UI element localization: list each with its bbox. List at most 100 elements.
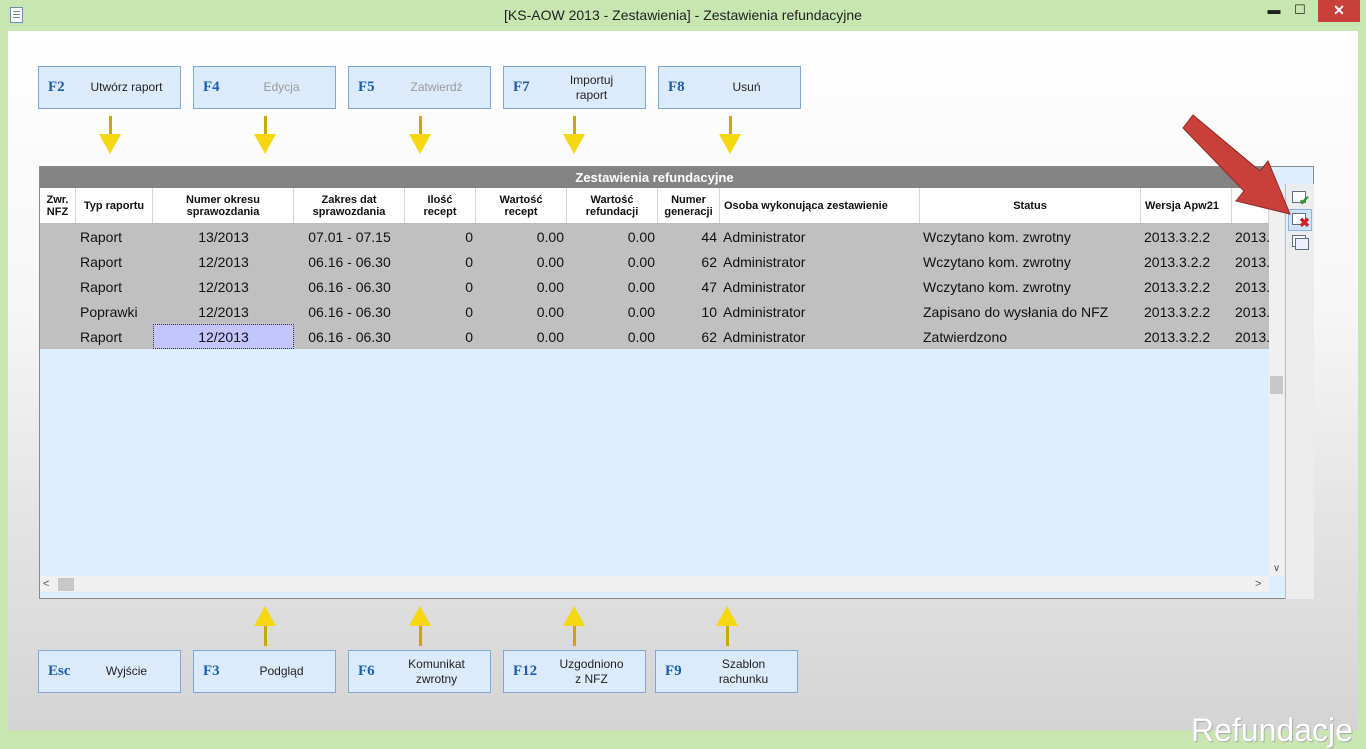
cell-extra[interactable]: 2013.: [1232, 274, 1269, 299]
accept-icon[interactable]: ✔: [1292, 190, 1310, 207]
fkey-button-f7[interactable]: F7 Importuj raport: [503, 66, 646, 109]
cell-osoba[interactable]: Administrator: [720, 324, 920, 349]
cell-okres[interactable]: 12/2013: [153, 249, 294, 274]
column-header[interactable]: [1232, 188, 1269, 223]
column-header[interactable]: Zwr. NFZ: [40, 188, 76, 223]
cell-status[interactable]: Wczytano kom. zwrotny: [920, 249, 1141, 274]
cell-ilosc[interactable]: 0: [405, 274, 476, 299]
cell-refundacja[interactable]: 0.00: [567, 249, 658, 274]
cell-osoba[interactable]: Administrator: [720, 249, 920, 274]
cell-ilosc[interactable]: 0: [405, 299, 476, 324]
cell-typ[interactable]: Raport: [76, 249, 153, 274]
cell-zwr[interactable]: [40, 299, 76, 324]
cell-zakres[interactable]: 06.16 - 06.30: [294, 274, 405, 299]
cell-wartosc[interactable]: 0.00: [476, 224, 567, 249]
table-row[interactable]: Raport 12/2013 06.16 - 06.30 0 0.00 0.00 62 Adm…: [40, 324, 1269, 349]
cell-osoba[interactable]: Administrator: [720, 274, 920, 299]
fkey-button-f5[interactable]: F5 Zatwierdź: [348, 66, 491, 109]
cell-typ[interactable]: Raport: [76, 224, 153, 249]
windows-icon[interactable]: [1292, 234, 1309, 250]
table-row[interactable]: Raport 12/2013 06.16 - 06.30 0 0.00 0.00 47 Adm…: [40, 274, 1269, 299]
cell-typ[interactable]: Raport: [76, 274, 153, 299]
column-header[interactable]: Ilość recept: [405, 188, 476, 223]
table-row[interactable]: Raport 13/2013 07.01 - 07.15 0 0.00 0.00 44 Adm…: [40, 224, 1269, 249]
column-header[interactable]: Numer okresu sprawozdania: [153, 188, 294, 223]
refund-grid[interactable]: Zestawienia refundacyjne Zwr. NFZ Typ rap…: [39, 166, 1314, 599]
fkey-button-f8[interactable]: F8 Usuń: [658, 66, 801, 109]
column-header[interactable]: Osoba wykonująca zestawienie: [720, 188, 920, 223]
maximize-button[interactable]: ☐: [1290, 0, 1310, 22]
cell-generacja[interactable]: 62: [658, 249, 720, 274]
cell-refundacja[interactable]: 0.00: [567, 224, 658, 249]
cell-generacja[interactable]: 10: [658, 299, 720, 324]
cell-zwr[interactable]: [40, 224, 76, 249]
cell-wersja[interactable]: 2013.3.2.2: [1141, 324, 1232, 349]
cell-typ[interactable]: Raport: [76, 324, 153, 349]
cell-zakres[interactable]: 06.16 - 06.30: [294, 324, 405, 349]
fkey-button-f4[interactable]: F4 Edycja: [193, 66, 336, 109]
cell-wartosc[interactable]: 0.00: [476, 299, 567, 324]
table-row[interactable]: Poprawki 12/2013 06.16 - 06.30 0 0.00 0.00 10 A…: [40, 299, 1269, 324]
cell-refundacja[interactable]: 0.00: [567, 299, 658, 324]
vertical-scroll-thumb[interactable]: [1270, 376, 1283, 394]
cell-generacja[interactable]: 47: [658, 274, 720, 299]
cell-status[interactable]: Zatwierdzono: [920, 324, 1141, 349]
horizontal-scrollbar[interactable]: < >: [40, 576, 1269, 592]
cell-wartosc[interactable]: 0.00: [476, 324, 567, 349]
cell-wartosc[interactable]: 0.00: [476, 249, 567, 274]
cell-wersja[interactable]: 2013.3.2.2: [1141, 274, 1232, 299]
column-header[interactable]: Wartość recept: [476, 188, 567, 223]
cell-zwr[interactable]: [40, 274, 76, 299]
cell-typ[interactable]: Poprawki: [76, 299, 153, 324]
vertical-scrollbar[interactable]: ∨: [1269, 188, 1284, 576]
scroll-down-icon[interactable]: ∨: [1269, 563, 1284, 574]
cell-refundacja[interactable]: 0.00: [567, 324, 658, 349]
table-row[interactable]: Raport 12/2013 06.16 - 06.30 0 0.00 0.00 62 Adm…: [40, 249, 1269, 274]
column-header[interactable]: Zakres dat sprawozdania: [294, 188, 405, 223]
cell-ilosc[interactable]: 0: [405, 324, 476, 349]
fkey-button-f3[interactable]: F3 Podgląd: [193, 650, 336, 693]
cell-wersja[interactable]: 2013.3.2.2: [1141, 224, 1232, 249]
cell-status[interactable]: Wczytano kom. zwrotny: [920, 274, 1141, 299]
fkey-button-f9[interactable]: F9 Szablon rachunku: [655, 650, 798, 693]
scroll-right-icon[interactable]: >: [1255, 576, 1261, 592]
cell-osoba[interactable]: Administrator: [720, 299, 920, 324]
column-header[interactable]: Wersja Apw21: [1141, 188, 1232, 223]
cell-refundacja[interactable]: 0.00: [567, 274, 658, 299]
column-header[interactable]: Wartość refundacji: [567, 188, 658, 223]
reject-icon[interactable]: ✖: [1292, 212, 1310, 229]
cell-extra[interactable]: 2013.: [1232, 224, 1269, 249]
fkey-button-f12[interactable]: F12 Uzgodniono z NFZ: [503, 650, 646, 693]
cell-ilosc[interactable]: 0: [405, 249, 476, 274]
cell-status[interactable]: Zapisano do wysłania do NFZ: [920, 299, 1141, 324]
fkey-button-f2[interactable]: F2 Utwórz raport: [38, 66, 181, 109]
cell-extra[interactable]: 2013.: [1232, 249, 1269, 274]
cell-wersja[interactable]: 2013.3.2.2: [1141, 299, 1232, 324]
cell-zakres[interactable]: 07.01 - 07.15: [294, 224, 405, 249]
fkey-button-esc[interactable]: Esc Wyjście: [38, 650, 181, 693]
cell-okres[interactable]: 12/2013: [153, 274, 294, 299]
horizontal-scroll-thumb[interactable]: [58, 578, 74, 591]
cell-okres[interactable]: 13/2013: [153, 224, 294, 249]
cell-wersja[interactable]: 2013.3.2.2: [1141, 249, 1232, 274]
cell-zakres[interactable]: 06.16 - 06.30: [294, 299, 405, 324]
cell-ilosc[interactable]: 0: [405, 224, 476, 249]
cell-zwr[interactable]: [40, 249, 76, 274]
cell-status[interactable]: Wczytano kom. zwrotny: [920, 224, 1141, 249]
cell-generacja[interactable]: 44: [658, 224, 720, 249]
cell-zwr[interactable]: [40, 324, 76, 349]
cell-okres[interactable]: 12/2013: [153, 299, 294, 324]
fkey-button-f6[interactable]: F6 Komunikat zwrotny: [348, 650, 491, 693]
cell-generacja[interactable]: 62: [658, 324, 720, 349]
cell-extra[interactable]: 2013.: [1232, 299, 1269, 324]
close-button[interactable]: ✕: [1318, 0, 1360, 22]
cell-okres[interactable]: 12/2013: [153, 324, 294, 349]
cell-osoba[interactable]: Administrator: [720, 224, 920, 249]
cell-zakres[interactable]: 06.16 - 06.30: [294, 249, 405, 274]
cell-extra[interactable]: 2013.: [1232, 324, 1269, 349]
scroll-left-icon[interactable]: <: [43, 576, 49, 592]
column-header[interactable]: Numer generacji: [658, 188, 720, 223]
cell-wartosc[interactable]: 0.00: [476, 274, 567, 299]
column-header[interactable]: Typ raportu: [76, 188, 153, 223]
column-header[interactable]: Status: [920, 188, 1141, 223]
